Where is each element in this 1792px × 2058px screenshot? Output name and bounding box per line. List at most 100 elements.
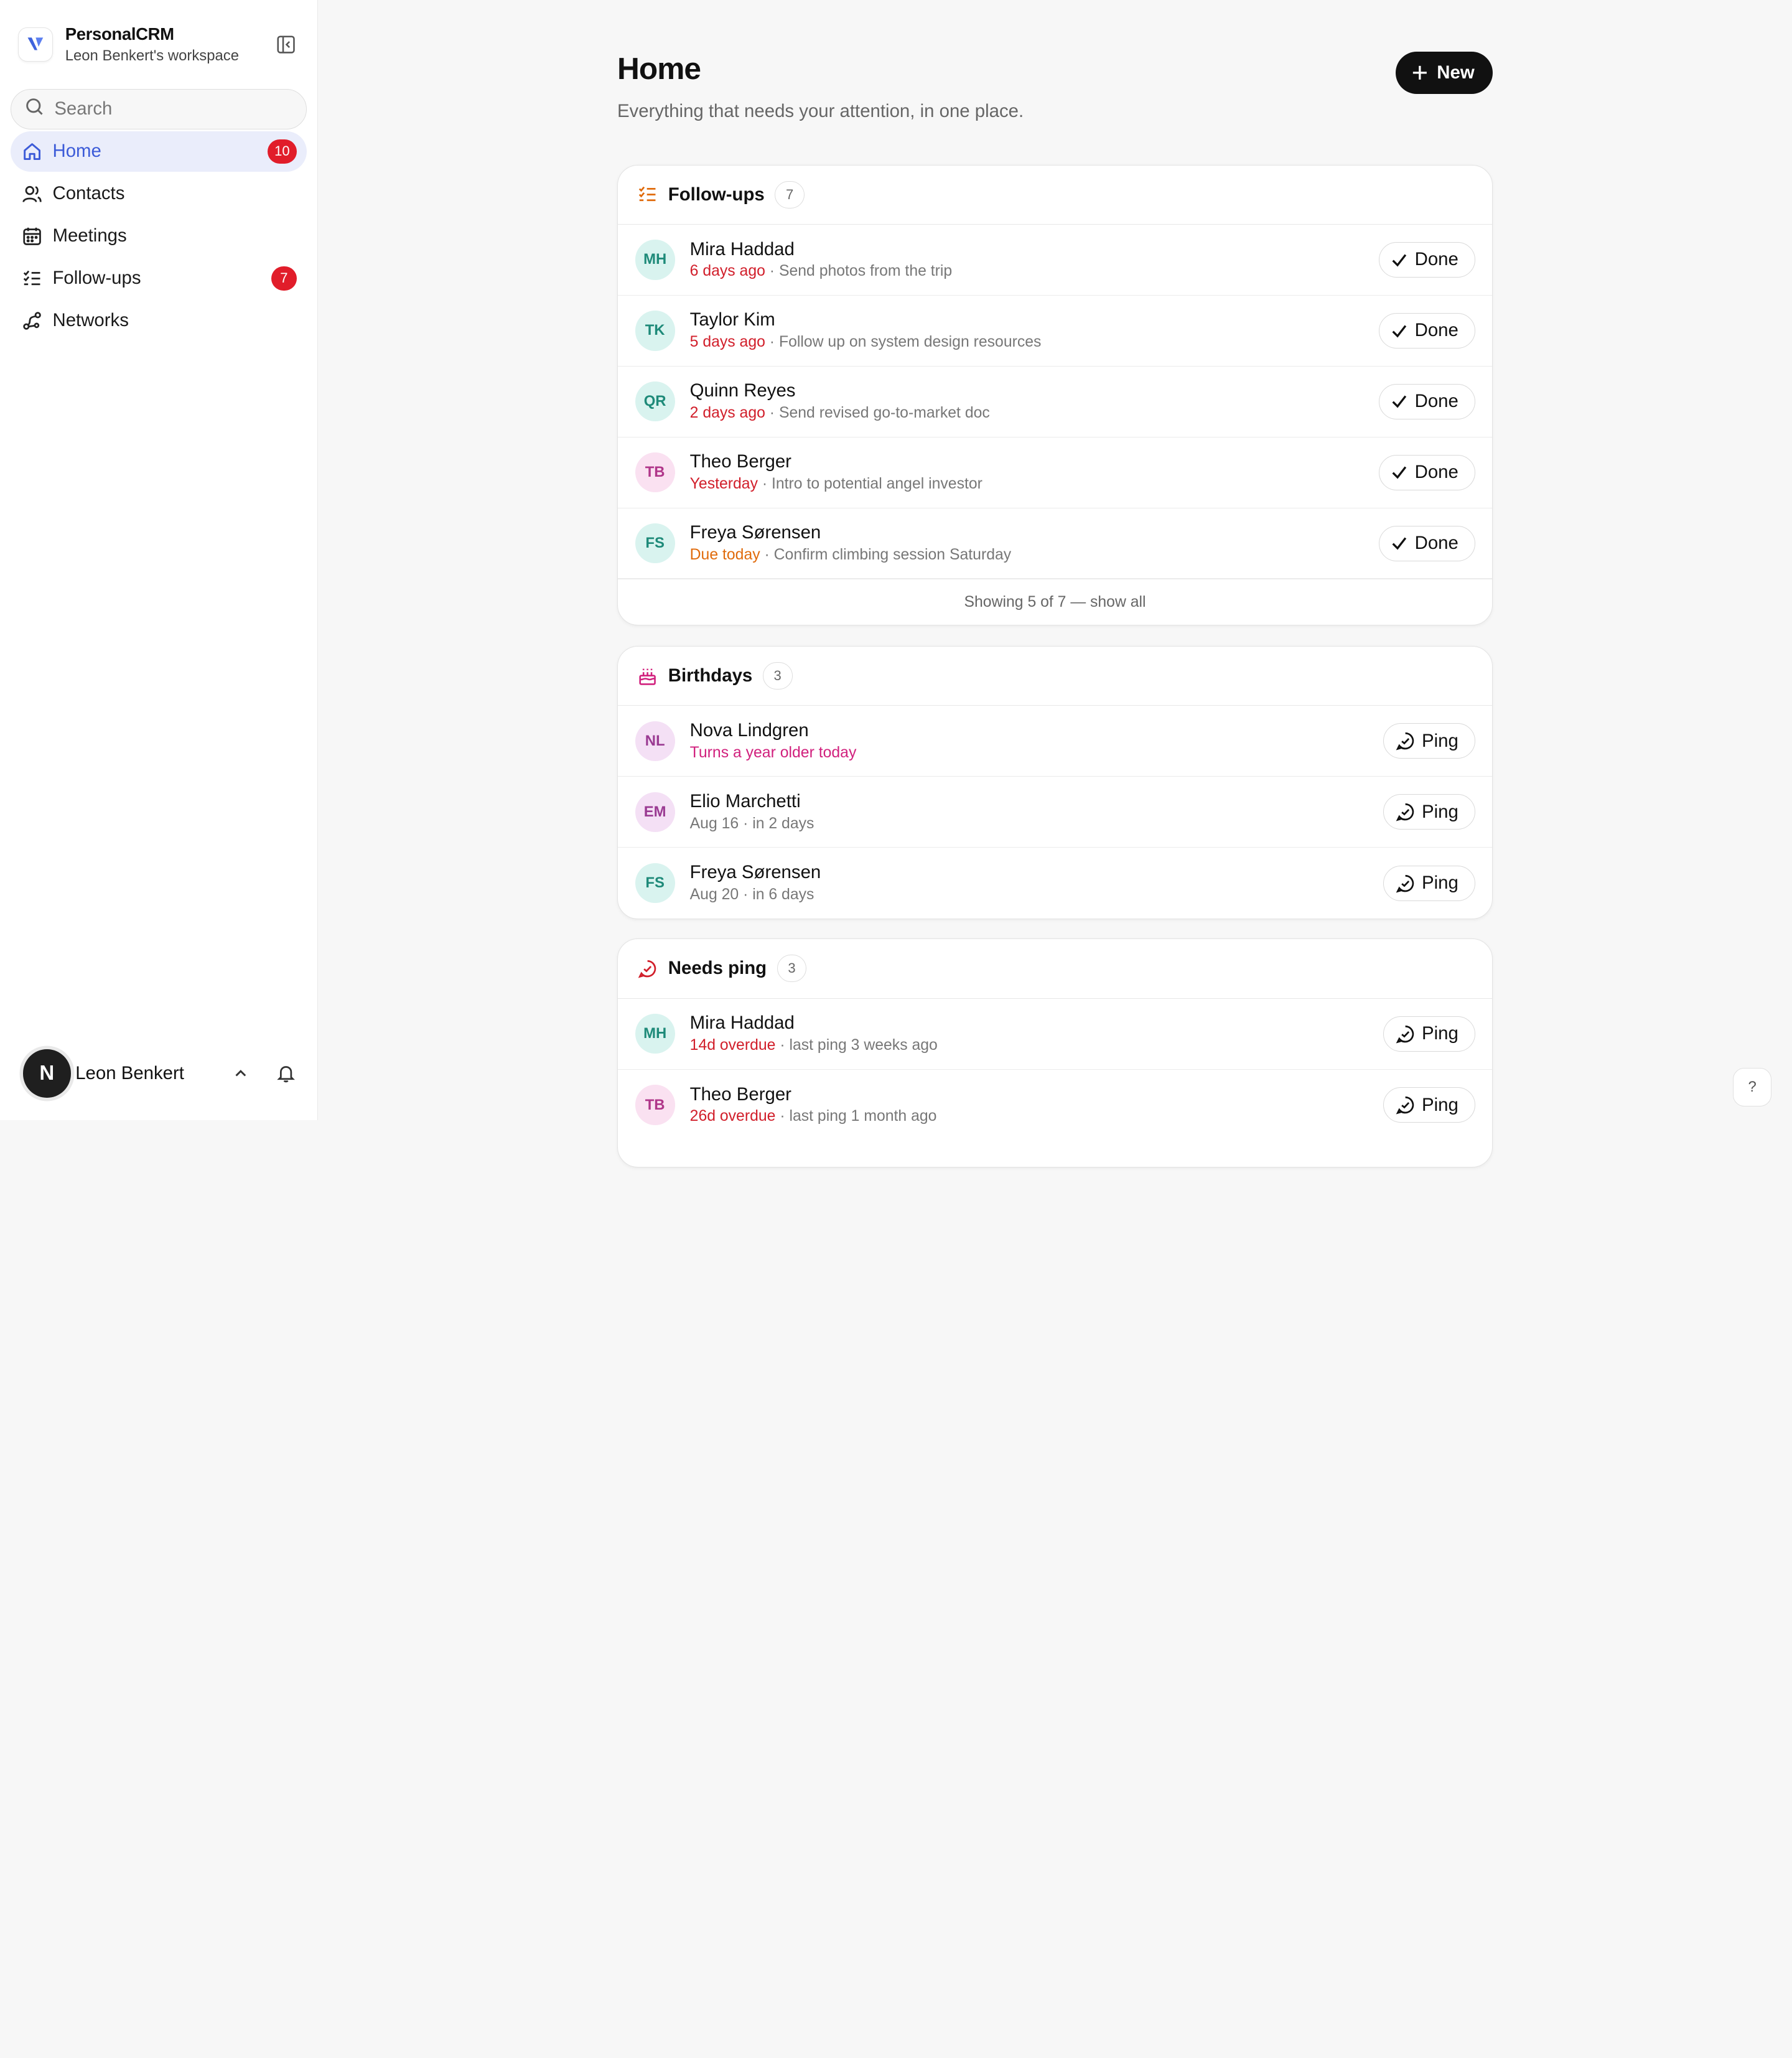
user-name: Leon Benkert bbox=[75, 1062, 184, 1083]
due-label: Due today bbox=[689, 546, 760, 563]
ping-button[interactable]: Ping bbox=[1383, 1016, 1475, 1052]
sidebar-item-label: Contacts bbox=[52, 183, 125, 204]
sidebar-item-label: Follow-ups bbox=[52, 268, 141, 289]
list-item[interactable]: TB Theo Berger Yesterday · Intro to pote… bbox=[617, 437, 1493, 508]
chat-icon bbox=[1396, 1024, 1415, 1044]
count-badge: 3 bbox=[777, 955, 807, 983]
ping-label: Ping bbox=[1422, 1023, 1458, 1044]
sidebar-item-label: Meetings bbox=[52, 225, 127, 246]
contact-name: Nova Lindgren bbox=[689, 719, 809, 741]
avatar: TK bbox=[635, 311, 675, 351]
sidebar: PersonalCRM Leon Benkert's workspace Sea… bbox=[0, 0, 318, 1121]
done-button[interactable]: Done bbox=[1378, 454, 1475, 490]
check-icon bbox=[1391, 464, 1408, 481]
workspace-name: PersonalCRM bbox=[65, 24, 174, 44]
done-label: Done bbox=[1414, 249, 1458, 270]
done-button[interactable]: Done bbox=[1378, 525, 1475, 561]
follow-ups-card: Follow-ups 7 MH Mira Haddad 6 days ago ·… bbox=[617, 164, 1493, 625]
due-label: 6 days ago bbox=[689, 263, 765, 280]
sidebar-item-label: Home bbox=[52, 141, 101, 162]
avatar: FS bbox=[635, 523, 675, 564]
app-root: PersonalCRM Leon Benkert's workspace Sea… bbox=[0, 0, 1792, 1167]
chat-icon bbox=[1396, 802, 1415, 821]
help-button[interactable]: ? bbox=[1732, 1067, 1772, 1107]
calendar-icon bbox=[22, 226, 42, 246]
new-button[interactable]: New bbox=[1396, 51, 1493, 94]
avatar: TB bbox=[635, 452, 675, 493]
list-item[interactable]: EM Elio Marchetti Aug 16 · in 2 days Pin… bbox=[617, 777, 1493, 848]
overdue-label: 26d overdue bbox=[689, 1108, 776, 1125]
workspace-switcher[interactable]: PersonalCRM Leon Benkert's workspace bbox=[0, 0, 317, 71]
task-note: Follow up on system design resources bbox=[778, 334, 1042, 351]
avatar: QR bbox=[635, 381, 675, 422]
card-title: Needs ping bbox=[668, 958, 767, 979]
done-button[interactable]: Done bbox=[1378, 383, 1475, 419]
separator: · bbox=[757, 475, 772, 492]
list-item[interactable]: TB Theo Berger 26d overdue · last ping 1… bbox=[618, 1070, 1492, 1141]
ping-button[interactable]: Ping bbox=[1383, 1087, 1475, 1123]
user-avatar: N bbox=[22, 1049, 71, 1098]
check-icon bbox=[1391, 251, 1408, 269]
user-menu[interactable]: N Leon Benkert bbox=[22, 1049, 299, 1098]
contact-name: Mira Haddad bbox=[689, 1013, 795, 1034]
sidebar-nav: Home 10 Contacts Meetings Follow-ups 7 N… bbox=[0, 131, 317, 340]
list-item[interactable]: NL Nova Lindgren Turns a year older toda… bbox=[617, 706, 1493, 777]
sidebar-item-meetings[interactable]: Meetings bbox=[11, 216, 307, 256]
workspace-subtitle: Leon Benkert's workspace bbox=[65, 47, 239, 64]
list-item[interactable]: FS Freya Sørensen Aug 20 · in 6 days Pin… bbox=[618, 848, 1492, 919]
check-icon bbox=[1391, 535, 1408, 552]
birthday-meta: Aug 16 · in 2 days bbox=[689, 815, 814, 832]
home-icon bbox=[22, 141, 42, 162]
contact-name: Freya Sørensen bbox=[689, 522, 821, 543]
ping-label: Ping bbox=[1422, 1094, 1458, 1115]
card-header: Follow-ups 7 bbox=[617, 166, 1493, 225]
card-title: Follow-ups bbox=[668, 184, 765, 205]
ping-label: Ping bbox=[1422, 872, 1458, 894]
task-note: Confirm climbing session Saturday bbox=[773, 546, 1012, 563]
contact-name: Theo Berger bbox=[689, 1083, 791, 1105]
sidebar-item-contacts[interactable]: Contacts bbox=[11, 174, 307, 213]
main-content: Home Everything that needs your attentio… bbox=[318, 0, 1792, 1167]
bell-icon[interactable] bbox=[274, 1061, 299, 1086]
home-badge: 10 bbox=[268, 139, 297, 164]
page-title: Home bbox=[617, 50, 701, 86]
list-item[interactable]: QR Quinn Reyes 2 days ago · Send revised… bbox=[617, 367, 1493, 437]
ping-button[interactable]: Ping bbox=[1383, 723, 1475, 759]
avatar: FS bbox=[635, 863, 675, 904]
list-item[interactable]: TK Taylor Kim 5 days ago · Follow up on … bbox=[617, 296, 1493, 367]
checklist-icon bbox=[637, 184, 658, 205]
search-input[interactable] bbox=[54, 98, 283, 120]
avatar: MH bbox=[635, 1013, 675, 1054]
list-item[interactable]: MH Mira Haddad 14d overdue · last ping 3… bbox=[617, 999, 1493, 1070]
collapse-sidebar-icon[interactable] bbox=[274, 32, 299, 57]
contact-name: Freya Sørensen bbox=[689, 862, 821, 883]
separator: · bbox=[775, 1036, 790, 1054]
follow-ups-badge: 7 bbox=[271, 266, 297, 291]
done-label: Done bbox=[1414, 320, 1458, 341]
ping-label: Ping bbox=[1422, 801, 1458, 822]
done-button[interactable]: Done bbox=[1378, 312, 1475, 348]
contact-name: Mira Haddad bbox=[689, 238, 795, 260]
ping-button[interactable]: Ping bbox=[1383, 794, 1475, 830]
list-item[interactable]: FS Freya Sørensen Due today · Confirm cl… bbox=[617, 508, 1493, 579]
overdue-label: 14d overdue bbox=[689, 1036, 776, 1054]
chat-check-icon bbox=[637, 958, 658, 979]
due-label: 5 days ago bbox=[689, 334, 765, 351]
chat-icon bbox=[1396, 874, 1415, 893]
separator: · bbox=[765, 263, 779, 280]
chevron-up-icon[interactable] bbox=[228, 1061, 253, 1086]
show-all-link[interactable]: Showing 5 of 7 — show all bbox=[617, 579, 1493, 624]
sidebar-item-home[interactable]: Home 10 bbox=[10, 131, 307, 172]
done-button[interactable]: Done bbox=[1378, 242, 1475, 278]
sidebar-item-networks[interactable]: Networks bbox=[11, 301, 307, 340]
search-field[interactable] bbox=[10, 89, 307, 129]
done-label: Done bbox=[1414, 462, 1458, 483]
list-item[interactable]: MH Mira Haddad 6 days ago · Send photos … bbox=[617, 225, 1493, 296]
separator: · bbox=[765, 334, 779, 351]
sidebar-item-label: Networks bbox=[52, 310, 129, 331]
network-icon bbox=[22, 311, 42, 331]
contact-name: Taylor Kim bbox=[689, 309, 775, 330]
count-badge: 3 bbox=[762, 662, 793, 690]
sidebar-item-follow-ups[interactable]: Follow-ups 7 bbox=[11, 258, 307, 298]
ping-button[interactable]: Ping bbox=[1383, 865, 1475, 901]
